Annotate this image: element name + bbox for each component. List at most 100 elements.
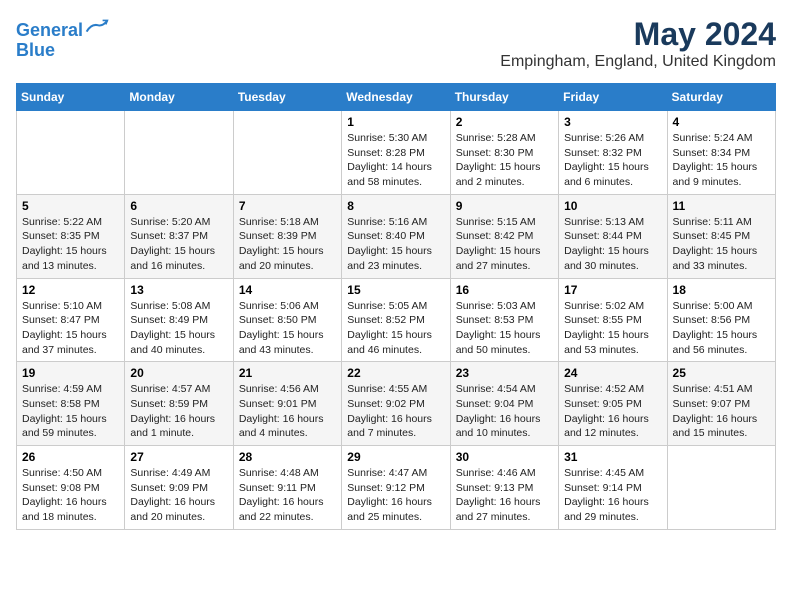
header-wednesday: Wednesday xyxy=(342,84,450,111)
day-number: 2 xyxy=(456,115,553,129)
day-info: Sunrise: 5:13 AMSunset: 8:44 PMDaylight:… xyxy=(564,215,661,274)
day-info: Sunrise: 5:16 AMSunset: 8:40 PMDaylight:… xyxy=(347,215,444,274)
day-number: 10 xyxy=(564,199,661,213)
day-number: 26 xyxy=(22,450,119,464)
calendar-cell: 25 Sunrise: 4:51 AMSunset: 9:07 PMDayligh… xyxy=(667,362,775,446)
calendar-cell: 13 Sunrise: 5:08 AMSunset: 8:49 PMDayligh… xyxy=(125,278,233,362)
day-number: 29 xyxy=(347,450,444,464)
day-number: 22 xyxy=(347,366,444,380)
day-info: Sunrise: 5:08 AMSunset: 8:49 PMDaylight:… xyxy=(130,299,227,358)
calendar-cell: 23Sunrise: 4:54 AMSunset: 9:04 PMDayligh… xyxy=(450,362,558,446)
day-info: Sunrise: 5:26 AMSunset: 8:32 PMDaylight:… xyxy=(564,131,661,190)
day-number: 1 xyxy=(347,115,444,129)
calendar-table: SundayMondayTuesdayWednesdayThursdayFrid… xyxy=(16,83,776,530)
day-info: Sunrise: 5:02 AMSunset: 8:55 PMDaylight:… xyxy=(564,299,661,358)
day-number: 16 xyxy=(456,283,553,297)
calendar-cell: 16 Sunrise: 5:03 AMSunset: 8:53 PMDayligh… xyxy=(450,278,558,362)
day-number: 27 xyxy=(130,450,227,464)
logo-text: General Blue xyxy=(16,16,109,61)
calendar-cell: 9 Sunrise: 5:15 AMSunset: 8:42 PMDaylight… xyxy=(450,194,558,278)
day-info: Sunrise: 4:57 AMSunset: 8:59 PMDaylight:… xyxy=(130,382,227,441)
calendar-cell: 27 Sunrise: 4:49 AMSunset: 9:09 PMDayligh… xyxy=(125,446,233,530)
header-friday: Friday xyxy=(559,84,667,111)
calendar-cell: 19Sunrise: 4:59 AMSunset: 8:58 PMDayligh… xyxy=(17,362,125,446)
day-number: 18 xyxy=(673,283,770,297)
day-number: 9 xyxy=(456,199,553,213)
calendar-cell: 17Sunrise: 5:02 AMSunset: 8:55 PMDayligh… xyxy=(559,278,667,362)
day-number: 24 xyxy=(564,366,661,380)
day-info: Sunrise: 5:03 AMSunset: 8:53 PMDaylight:… xyxy=(456,299,553,358)
day-info: Sunrise: 4:47 AMSunset: 9:12 PMDaylight:… xyxy=(347,466,444,525)
day-info: Sunrise: 5:10 AMSunset: 8:47 PMDaylight:… xyxy=(22,299,119,358)
day-info: Sunrise: 4:48 AMSunset: 9:11 PMDaylight:… xyxy=(239,466,336,525)
calendar-cell: 22Sunrise: 4:55 AMSunset: 9:02 PMDayligh… xyxy=(342,362,450,446)
day-info: Sunrise: 5:22 AMSunset: 8:35 PMDaylight:… xyxy=(22,215,119,274)
day-number: 15 xyxy=(347,283,444,297)
day-info: Sunrise: 5:28 AMSunset: 8:30 PMDaylight:… xyxy=(456,131,553,190)
calendar-cell xyxy=(667,446,775,530)
day-number: 12 xyxy=(22,283,119,297)
page-header: General Blue May 2024 Empingham, England… xyxy=(16,16,776,71)
day-info: Sunrise: 4:51 AMSunset: 9:07 PMDaylight:… xyxy=(673,382,770,441)
day-number: 28 xyxy=(239,450,336,464)
calendar-header-row: SundayMondayTuesdayWednesdayThursdayFrid… xyxy=(17,84,776,111)
calendar-cell: 21Sunrise: 4:56 AMSunset: 9:01 PMDayligh… xyxy=(233,362,341,446)
calendar-cell: 1Sunrise: 5:30 AMSunset: 8:28 PMDaylight… xyxy=(342,111,450,195)
calendar-title: May 2024 xyxy=(500,16,776,53)
day-number: 3 xyxy=(564,115,661,129)
week-row-1: 1Sunrise: 5:30 AMSunset: 8:28 PMDaylight… xyxy=(17,111,776,195)
calendar-cell: 12 Sunrise: 5:10 AMSunset: 8:47 PMDayligh… xyxy=(17,278,125,362)
week-row-3: 12 Sunrise: 5:10 AMSunset: 8:47 PMDayligh… xyxy=(17,278,776,362)
day-number: 23 xyxy=(456,366,553,380)
day-info: Sunrise: 4:45 AMSunset: 9:14 PMDaylight:… xyxy=(564,466,661,525)
calendar-cell: 4 Sunrise: 5:24 AMSunset: 8:34 PMDaylight… xyxy=(667,111,775,195)
calendar-cell: 14 Sunrise: 5:06 AMSunset: 8:50 PMDayligh… xyxy=(233,278,341,362)
day-number: 20 xyxy=(130,366,227,380)
day-number: 5 xyxy=(22,199,119,213)
calendar-cell: 28 Sunrise: 4:48 AMSunset: 9:11 PMDayligh… xyxy=(233,446,341,530)
day-number: 31 xyxy=(564,450,661,464)
day-info: Sunrise: 5:00 AMSunset: 8:56 PMDaylight:… xyxy=(673,299,770,358)
calendar-cell: 30Sunrise: 4:46 AMSunset: 9:13 PMDayligh… xyxy=(450,446,558,530)
calendar-cell: 10 Sunrise: 5:13 AMSunset: 8:44 PMDayligh… xyxy=(559,194,667,278)
week-row-2: 5 Sunrise: 5:22 AMSunset: 8:35 PMDaylight… xyxy=(17,194,776,278)
day-info: Sunrise: 4:49 AMSunset: 9:09 PMDaylight:… xyxy=(130,466,227,525)
calendar-cell: 11Sunrise: 5:11 AMSunset: 8:45 PMDayligh… xyxy=(667,194,775,278)
day-number: 14 xyxy=(239,283,336,297)
day-number: 25 xyxy=(673,366,770,380)
header-sunday: Sunday xyxy=(17,84,125,111)
day-info: Sunrise: 5:06 AMSunset: 8:50 PMDaylight:… xyxy=(239,299,336,358)
day-number: 8 xyxy=(347,199,444,213)
calendar-cell: 8 Sunrise: 5:16 AMSunset: 8:40 PMDaylight… xyxy=(342,194,450,278)
day-number: 4 xyxy=(673,115,770,129)
calendar-cell: 31 Sunrise: 4:45 AMSunset: 9:14 PMDayligh… xyxy=(559,446,667,530)
calendar-cell: 2 Sunrise: 5:28 AMSunset: 8:30 PMDaylight… xyxy=(450,111,558,195)
calendar-cell: 18 Sunrise: 5:00 AMSunset: 8:56 PMDayligh… xyxy=(667,278,775,362)
day-number: 19 xyxy=(22,366,119,380)
header-monday: Monday xyxy=(125,84,233,111)
day-info: Sunrise: 5:15 AMSunset: 8:42 PMDaylight:… xyxy=(456,215,553,274)
day-number: 21 xyxy=(239,366,336,380)
calendar-cell xyxy=(233,111,341,195)
day-info: Sunrise: 4:50 AMSunset: 9:08 PMDaylight:… xyxy=(22,466,119,525)
title-section: May 2024 Empingham, England, United King… xyxy=(500,16,776,71)
calendar-cell: 24 Sunrise: 4:52 AMSunset: 9:05 PMDayligh… xyxy=(559,362,667,446)
day-info: Sunrise: 5:24 AMSunset: 8:34 PMDaylight:… xyxy=(673,131,770,190)
calendar-subtitle: Empingham, England, United Kingdom xyxy=(500,53,776,71)
day-number: 13 xyxy=(130,283,227,297)
header-thursday: Thursday xyxy=(450,84,558,111)
header-tuesday: Tuesday xyxy=(233,84,341,111)
day-info: Sunrise: 5:11 AMSunset: 8:45 PMDaylight:… xyxy=(673,215,770,274)
logo: General Blue xyxy=(16,16,109,61)
calendar-cell xyxy=(17,111,125,195)
week-row-4: 19Sunrise: 4:59 AMSunset: 8:58 PMDayligh… xyxy=(17,362,776,446)
calendar-cell: 6Sunrise: 5:20 AMSunset: 8:37 PMDaylight… xyxy=(125,194,233,278)
day-info: Sunrise: 4:52 AMSunset: 9:05 PMDaylight:… xyxy=(564,382,661,441)
day-info: Sunrise: 5:20 AMSunset: 8:37 PMDaylight:… xyxy=(130,215,227,274)
calendar-cell: 7Sunrise: 5:18 AMSunset: 8:39 PMDaylight… xyxy=(233,194,341,278)
week-row-5: 26 Sunrise: 4:50 AMSunset: 9:08 PMDayligh… xyxy=(17,446,776,530)
day-info: Sunrise: 4:46 AMSunset: 9:13 PMDaylight:… xyxy=(456,466,553,525)
calendar-cell: 20 Sunrise: 4:57 AMSunset: 8:59 PMDayligh… xyxy=(125,362,233,446)
logo-bird-icon xyxy=(85,16,109,36)
calendar-cell: 3 Sunrise: 5:26 AMSunset: 8:32 PMDaylight… xyxy=(559,111,667,195)
